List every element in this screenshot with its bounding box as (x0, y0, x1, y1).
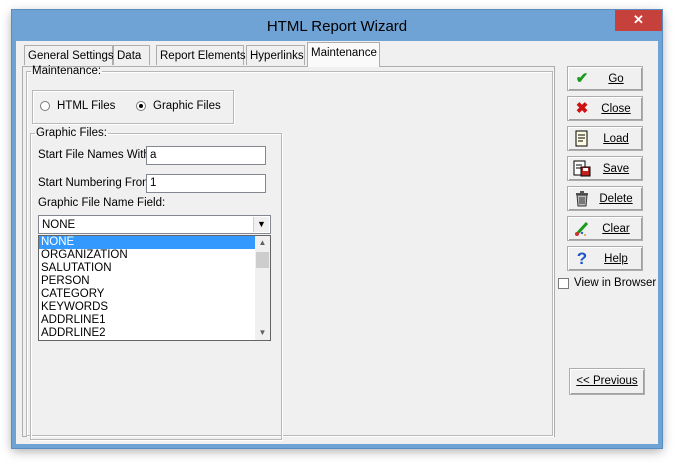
dropdown-scrollbar[interactable]: ▲ ▼ (255, 236, 270, 340)
html-files-label: HTML Files (57, 100, 116, 112)
start-numbering-label: Start Numbering From: (38, 177, 155, 189)
view-in-browser-checkbox[interactable]: View in Browser (558, 277, 656, 289)
dropdown-option-salutation[interactable]: SALUTATION (39, 262, 270, 275)
graphic-file-name-field-dropdown[interactable]: NONE ORGANIZATION SALUTATION PERSON CATE… (38, 235, 271, 341)
save-document-icon (572, 160, 592, 178)
start-numbering-input[interactable]: 1 (146, 174, 266, 193)
dropdown-option-addrline1[interactable]: ADDRLINE1 (39, 314, 270, 327)
view-in-browser-box[interactable] (558, 277, 569, 289)
graphic-files-group: Graphic Files: Start File Names With: a … (30, 127, 282, 440)
graphic-files-radio-dot[interactable] (136, 101, 146, 111)
start-file-names-input[interactable]: a (146, 146, 266, 165)
wizard-window: HTML Report Wizard ✕ General Settings Da… (12, 10, 662, 448)
graphic-files-legend: Graphic Files: (36, 127, 107, 139)
dropdown-option-addrline2[interactable]: ADDRLINE2 (39, 327, 270, 340)
help-button-label: Help (604, 253, 628, 265)
previous-button-label: << Previous (576, 375, 638, 387)
graphic-files-radio[interactable]: Graphic Files (136, 99, 221, 113)
tab-hyperlinks[interactable]: Hyperlinks (246, 45, 305, 65)
html-files-radio[interactable]: HTML Files (40, 99, 115, 113)
window-close-button[interactable]: ✕ (615, 10, 662, 31)
help-button[interactable]: ? Help (567, 246, 643, 271)
tab-maintenance[interactable]: Maintenance (307, 42, 380, 67)
close-button-label: Close (601, 103, 631, 115)
client-area: General Settings Data Report Elements Hy… (16, 41, 658, 444)
question-mark-icon: ? (576, 249, 588, 268)
view-in-browser-label: View in Browser (574, 277, 657, 289)
start-file-names-label: Start File Names With: (38, 149, 154, 161)
go-button-label: Go (608, 73, 624, 85)
chevron-down-icon[interactable]: ▼ (253, 217, 269, 232)
close-button[interactable]: ✖ Close (567, 96, 643, 121)
graphic-file-name-field-combo[interactable]: NONE ▼ (38, 215, 271, 234)
save-button-label: Save (602, 163, 630, 175)
combo-selected-value: NONE (42, 219, 76, 231)
tab-report-elements[interactable]: Report Elements (156, 45, 246, 65)
dropdown-option-keywords[interactable]: KEYWORDS (39, 301, 270, 314)
go-button[interactable]: ✔ Go (567, 66, 643, 91)
maintenance-panel: Maintenance: HTML Files Graphic Files Gr… (22, 65, 555, 440)
scroll-thumb[interactable] (256, 252, 269, 268)
dropdown-option-person[interactable]: PERSON (39, 275, 270, 288)
previous-button[interactable]: << Previous (569, 368, 645, 395)
title-bar[interactable]: HTML Report Wizard ✕ (12, 10, 662, 42)
scroll-up-icon[interactable]: ▲ (255, 236, 270, 250)
window-title: HTML Report Wizard (266, 18, 408, 35)
maintenance-group: Maintenance: HTML Files Graphic Files Gr… (26, 65, 553, 440)
checkmark-icon: ✔ (575, 70, 589, 87)
tab-general-settings[interactable]: General Settings (24, 45, 114, 65)
dropdown-option-organization[interactable]: ORGANIZATION (39, 249, 270, 262)
trash-can-icon (572, 190, 592, 208)
html-files-radio-dot[interactable] (40, 101, 50, 111)
close-x-icon: ✖ (575, 100, 589, 117)
dropdown-option-none[interactable]: NONE (39, 236, 270, 249)
load-document-icon (572, 130, 592, 148)
clear-button[interactable]: Clear (567, 216, 643, 241)
dropdown-option-category[interactable]: CATEGORY (39, 288, 270, 301)
delete-button-label: Delete (599, 193, 633, 205)
tab-data[interactable]: Data (113, 45, 150, 65)
load-button[interactable]: Load (567, 126, 643, 151)
graphic-file-name-field-label: Graphic File Name Field: (38, 197, 166, 209)
maintenance-legend: Maintenance: (32, 65, 102, 77)
eraser-icon (572, 220, 592, 238)
delete-button[interactable]: Delete (567, 186, 643, 211)
file-type-group: HTML Files Graphic Files (32, 90, 234, 124)
save-button[interactable]: Save (567, 156, 643, 181)
scroll-down-icon[interactable]: ▼ (255, 326, 270, 340)
graphic-files-label: Graphic Files (153, 100, 221, 112)
clear-button-label: Clear (602, 223, 630, 235)
load-button-label: Load (603, 133, 629, 145)
